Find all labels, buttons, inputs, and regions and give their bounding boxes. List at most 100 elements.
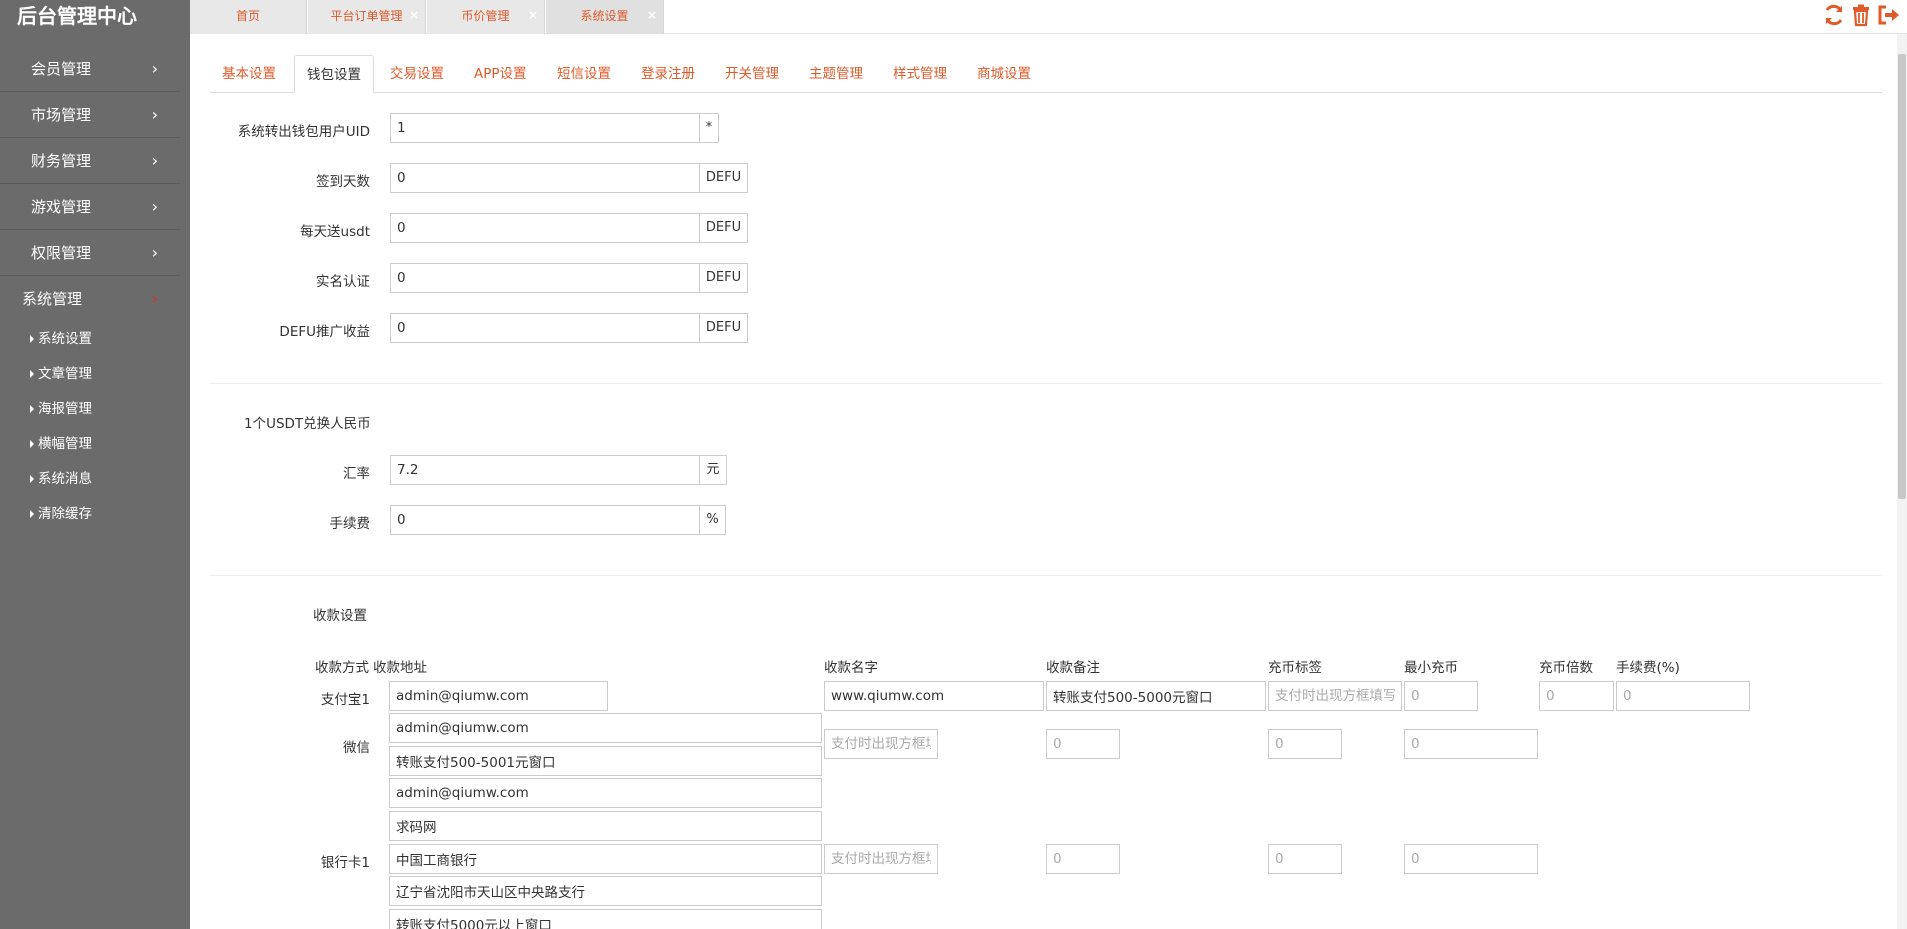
tab-wallet-settings[interactable]: 钱包设置	[294, 55, 374, 93]
wechat-tag-input[interactable]	[824, 729, 938, 759]
submenu-item-label: 系统消息	[38, 471, 92, 487]
daily-usdt-input[interactable]	[390, 213, 700, 243]
bank-min-input[interactable]	[1046, 844, 1120, 874]
tab-trade-settings[interactable]: 交易设置	[378, 55, 456, 93]
sidebar-item-member[interactable]: 会员管理 ›	[0, 46, 180, 92]
method-label-alipay: 支付宝1	[320, 692, 370, 708]
payment-section-title: 收款设置	[313, 608, 367, 624]
tab-label: 首页	[235, 9, 260, 23]
tab-sms-settings[interactable]: 短信设置	[545, 55, 623, 93]
sidebar-item-finance[interactable]: 财务管理 ›	[0, 138, 180, 184]
brand-title: 后台管理中心	[17, 4, 137, 28]
wechat-fee-input[interactable]	[1404, 729, 1538, 759]
rate-input[interactable]	[390, 455, 700, 485]
tab-system-settings[interactable]: 系统设置 ×	[546, 0, 664, 34]
tab-switch-management[interactable]: 开关管理	[713, 55, 791, 93]
close-icon[interactable]: ×	[528, 0, 538, 31]
submenu-item-label: 横幅管理	[38, 436, 92, 452]
sidebar-item-market[interactable]: 市场管理 ›	[0, 92, 180, 138]
caret-right-icon	[30, 370, 34, 378]
chevron-right-icon: ›	[151, 243, 158, 262]
required-addon: *	[700, 113, 719, 143]
field-label-promo-income: DEFU推广收益	[279, 324, 370, 340]
bank-fee-input[interactable]	[1404, 844, 1538, 874]
wechat-extra-input[interactable]	[389, 778, 822, 808]
tab-app-settings[interactable]: APP设置	[462, 55, 539, 93]
wechat-remark-input[interactable]	[389, 746, 822, 776]
submenu-item-clear-cache[interactable]: 清除缓存	[0, 497, 180, 532]
tab-login-register[interactable]: 登录注册	[629, 55, 707, 93]
submenu-item-articles[interactable]: 文章管理	[0, 357, 180, 392]
sidebar-item-permission[interactable]: 权限管理 ›	[0, 230, 180, 276]
page-scrollbar[interactable]	[1897, 34, 1907, 929]
chevron-right-icon: ›	[151, 105, 158, 124]
tab-style-management[interactable]: 样式管理	[881, 55, 959, 93]
caret-right-icon	[30, 335, 34, 343]
alipay-tag-input[interactable]	[1268, 681, 1402, 711]
wechat-address-input[interactable]	[389, 713, 822, 743]
submenu-item-posters[interactable]: 海报管理	[0, 392, 180, 427]
sidebar-item-label: 游戏管理	[31, 198, 92, 216]
field-label-realname: 实名认证	[316, 274, 370, 290]
bank-remark-input[interactable]	[389, 909, 822, 929]
section-divider	[210, 383, 1882, 384]
sidebar-item-label: 权限管理	[31, 244, 92, 262]
unit-addon: DEFU	[700, 263, 748, 293]
promo-income-input[interactable]	[390, 313, 700, 343]
wallet-uid-input[interactable]	[390, 113, 700, 143]
unit-addon: DEFU	[700, 213, 748, 243]
refresh-icon[interactable]	[1822, 3, 1846, 27]
bank-multiple-input[interactable]	[1268, 844, 1342, 874]
submenu-item-banners[interactable]: 横幅管理	[0, 427, 180, 462]
tab-coin-price[interactable]: 币价管理 ×	[427, 0, 545, 34]
close-icon[interactable]: ×	[647, 0, 657, 31]
alipay-fee-input[interactable]	[1616, 681, 1750, 711]
exchange-section-title: 1个USDT兑换人民币	[244, 416, 371, 432]
scrollbar-thumb[interactable]	[1898, 54, 1906, 499]
sidebar-item-system[interactable]: 系统管理 ›	[0, 276, 180, 322]
column-header-min: 最小充币	[1404, 660, 1458, 676]
field-label-wallet-uid: 系统转出钱包用户UID	[237, 124, 370, 140]
caret-right-icon	[30, 405, 34, 413]
submenu-item-label: 系统设置	[38, 331, 92, 347]
tab-mall-settings[interactable]: 商城设置	[965, 55, 1043, 93]
sidebar-item-label: 系统管理	[22, 290, 83, 308]
close-icon[interactable]: ×	[409, 0, 419, 31]
tab-home[interactable]: 首页	[190, 0, 307, 34]
bank-account-name-input[interactable]	[389, 811, 822, 841]
fee-input[interactable]	[390, 505, 700, 535]
sidebar-item-game[interactable]: 游戏管理 ›	[0, 184, 180, 230]
column-header-remark: 收款备注	[1046, 660, 1100, 676]
bank-branch-input[interactable]	[389, 876, 822, 906]
wechat-multiple-input[interactable]	[1268, 729, 1342, 759]
alipay-name-input[interactable]	[824, 681, 1044, 711]
submenu-item-messages[interactable]: 系统消息	[0, 462, 180, 497]
sidebar-item-label: 市场管理	[31, 106, 92, 124]
bank-tag-input[interactable]	[824, 844, 938, 874]
chevron-right-icon: ›	[151, 59, 158, 78]
wechat-min-input[interactable]	[1046, 729, 1120, 759]
trash-icon[interactable]	[1849, 3, 1873, 27]
tab-theme-management[interactable]: 主题管理	[797, 55, 875, 93]
alipay-address-input[interactable]	[389, 681, 608, 711]
submenu-item-system-settings[interactable]: 系统设置	[0, 322, 180, 357]
alipay-remark-input[interactable]	[1046, 681, 1266, 711]
tab-basic-settings[interactable]: 基本设置	[210, 55, 288, 93]
bank-name-input[interactable]	[389, 844, 822, 874]
alipay-min-input[interactable]	[1404, 681, 1478, 711]
tab-platform-orders[interactable]: 平台订单管理 ×	[308, 0, 426, 34]
logout-icon[interactable]	[1876, 3, 1900, 27]
column-header-fee: 手续费(%)	[1616, 660, 1680, 676]
top-tab-bar: 首页 平台订单管理 × 币价管理 × 系统设置 ×	[190, 0, 1907, 34]
column-header-address: 收款地址	[373, 660, 427, 676]
section-divider	[210, 575, 1882, 576]
realname-reward-input[interactable]	[390, 263, 700, 293]
sidebar-item-label: 财务管理	[31, 152, 92, 170]
settings-tabs: 基本设置 钱包设置 交易设置 APP设置 短信设置 登录注册 开关管理 主题管理…	[210, 55, 1882, 93]
alipay-multiple-input[interactable]	[1539, 681, 1614, 711]
unit-addon: DEFU	[700, 163, 748, 193]
submenu-item-label: 文章管理	[38, 366, 92, 382]
signin-days-input[interactable]	[390, 163, 700, 193]
caret-right-icon	[30, 475, 34, 483]
sidebar: 后台管理中心 会员管理 › 市场管理 › 财务管理 › 游戏管理 › 权限管理 › 系统管…	[0, 0, 190, 929]
